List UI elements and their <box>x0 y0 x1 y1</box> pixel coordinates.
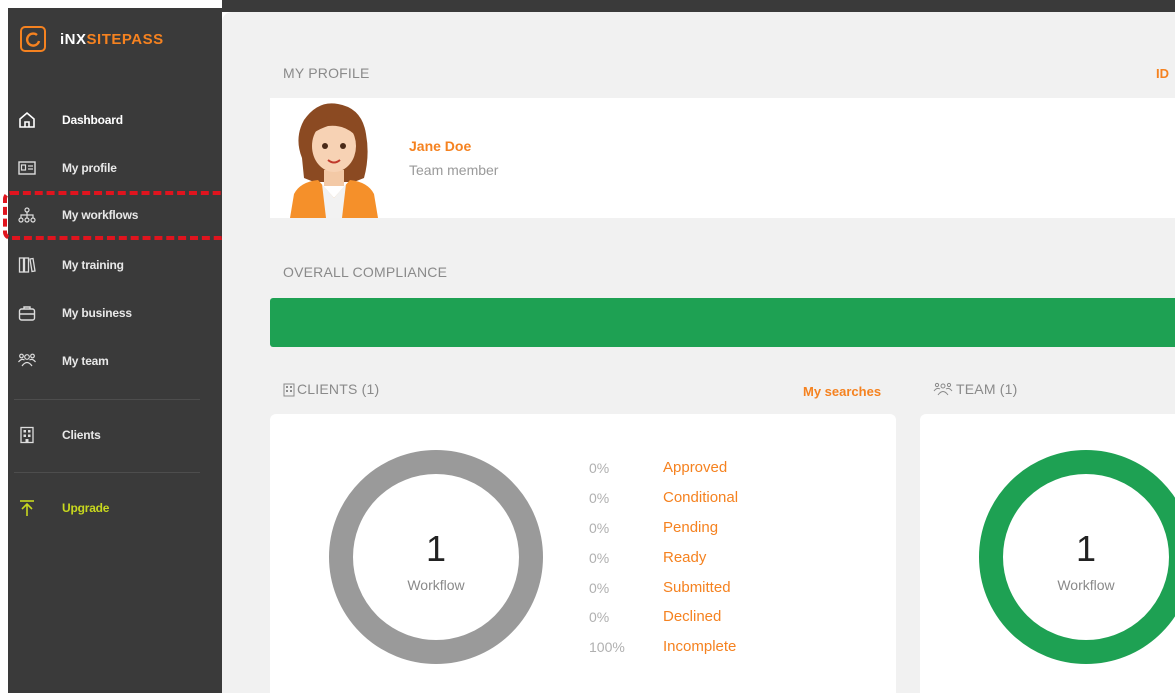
stat-label-incomplete[interactable]: Incomplete <box>663 638 736 655</box>
avatar <box>290 103 378 218</box>
profile-card <box>270 98 1175 218</box>
sidebar-item-label: Upgrade <box>62 501 110 515</box>
team-workflow-label: Workflow <box>1057 577 1115 593</box>
stat-percent: 0% <box>589 550 610 566</box>
clients-title: CLIENTS (1) <box>297 381 380 397</box>
sidebar-item-label: My training <box>62 258 124 272</box>
compliance-progress-bar <box>270 298 1175 347</box>
id-link[interactable]: ID <box>1156 66 1169 81</box>
sidebar-divider <box>14 399 200 400</box>
stat-percent: 0% <box>589 460 610 476</box>
sidebar-item-label: My team <box>62 354 109 368</box>
team-icon <box>933 382 953 396</box>
briefcase-icon <box>18 306 36 321</box>
id-card-icon <box>18 161 36 175</box>
sidebar-item-my-training[interactable]: My training <box>0 250 214 280</box>
brand-name: iNXSITEPASS <box>60 31 164 48</box>
top-bar <box>222 0 1175 12</box>
brand-logo[interactable]: iNXSITEPASS <box>20 26 164 52</box>
brand-sitepass: SITEPASS <box>86 30 164 48</box>
sidebar-divider <box>14 472 200 473</box>
sidebar-item-clients[interactable]: Clients <box>0 420 214 450</box>
stat-percent: 0% <box>589 490 610 506</box>
sidebar-item-dashboard[interactable]: Dashboard <box>0 105 214 135</box>
my-searches-link[interactable]: My searches <box>803 384 881 399</box>
books-icon <box>18 257 36 273</box>
brand-inx: iNX <box>60 30 87 48</box>
team-title: TEAM (1) <box>956 381 1018 397</box>
stat-label-declined[interactable]: Declined <box>663 608 721 625</box>
logo-icon <box>20 26 46 52</box>
stat-label-pending[interactable]: Pending <box>663 519 718 536</box>
workflows-highlight-annotation <box>3 191 229 240</box>
stat-percent: 0% <box>589 580 610 596</box>
sidebar-item-label: Dashboard <box>62 113 123 127</box>
stat-label-conditional[interactable]: Conditional <box>663 489 738 506</box>
stat-percent: 0% <box>589 520 610 536</box>
stat-label-approved[interactable]: Approved <box>663 459 727 476</box>
building-icon <box>283 383 295 397</box>
stat-label-ready[interactable]: Ready <box>663 549 706 566</box>
profile-name: Jane Doe <box>409 138 472 154</box>
sidebar-item-label: My profile <box>62 161 117 175</box>
sidebar-item-label: Clients <box>62 428 101 442</box>
my-profile-title: MY PROFILE <box>283 65 370 81</box>
team-icon <box>18 353 36 367</box>
clients-workflow-count: 1 <box>425 528 447 569</box>
stat-label-submitted[interactable]: Submitted <box>663 579 731 596</box>
building-icon <box>20 426 34 444</box>
team-workflow-count: 1 <box>1075 528 1097 569</box>
overall-compliance-title: OVERALL COMPLIANCE <box>283 264 448 280</box>
sidebar-item-my-business[interactable]: My business <box>0 298 214 328</box>
stat-percent: 100% <box>589 639 625 655</box>
clients-workflow-label: Workflow <box>407 577 465 593</box>
profile-role: Team member <box>409 162 499 178</box>
home-icon <box>19 111 35 128</box>
sidebar-item-label: My business <box>62 306 132 320</box>
sidebar-item-my-profile[interactable]: My profile <box>0 153 214 183</box>
upgrade-arrow-icon <box>20 500 34 516</box>
stat-percent: 0% <box>589 609 610 625</box>
sidebar-item-upgrade[interactable]: Upgrade <box>0 493 214 523</box>
sidebar-item-my-team[interactable]: My team <box>0 346 214 376</box>
